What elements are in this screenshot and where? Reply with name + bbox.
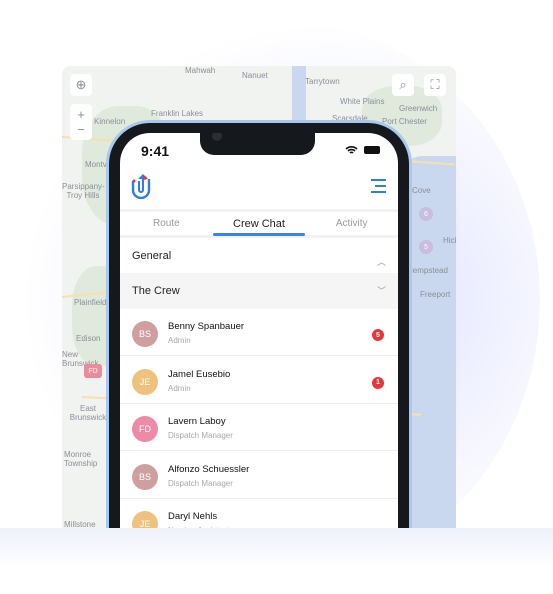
unread-badge: 1 <box>372 376 384 389</box>
map-label: Nanuet <box>242 71 268 80</box>
zoom-in-icon[interactable]: + <box>77 107 85 122</box>
map-label: Freeport <box>420 290 451 299</box>
notch <box>200 133 315 155</box>
section-title: General <box>132 250 172 262</box>
member-name: Jamel Eusebio <box>168 368 231 380</box>
member-name: Lavern Laboy <box>168 416 226 427</box>
map-label: Cove <box>412 186 431 195</box>
map-marker-fd[interactable]: FD <box>84 364 102 378</box>
map-label: Hick <box>443 236 456 245</box>
crew-member-row[interactable]: FD Lavern Laboy Dispatch Manager <box>120 404 398 451</box>
tab-bar: Route Crew Chat Activity <box>120 209 398 238</box>
phone-mockup: 9:41 Route Crew Chat Activity General ︿ … <box>106 120 412 530</box>
tab-route[interactable]: Route <box>120 212 213 235</box>
member-name: Daryl Nehls <box>168 511 218 522</box>
unread-badge: 5 <box>372 329 384 341</box>
map-label: Mahwah <box>185 66 216 75</box>
tab-crew-chat[interactable]: Crew Chat <box>212 212 306 236</box>
fullscreen-icon: ⛶ <box>430 77 440 92</box>
phone-screen: 9:41 Route Crew Chat Activity General ︿ … <box>120 133 398 530</box>
member-name: Alfonzo Schuessler <box>168 463 250 475</box>
map-label: Greenwich <box>399 104 438 113</box>
crew-member-row[interactable]: BS Benny Spanbauer Admin 5 <box>120 309 398 356</box>
member-name: Benny Spanbauer <box>168 321 245 332</box>
map-label: Hempstead <box>407 266 448 275</box>
fullscreen-button[interactable]: ⛶ <box>424 74 446 96</box>
section-the-crew[interactable]: The Crew ﹀ <box>120 273 398 309</box>
member-role: Dispatch Manager <box>168 478 233 488</box>
wifi-icon <box>345 146 358 154</box>
zoom-controls[interactable]: + − <box>70 104 92 140</box>
member-role: Admin <box>168 383 191 393</box>
battery-icon <box>364 146 380 154</box>
app-header <box>120 169 398 209</box>
map-label: Monroe Township <box>64 450 98 468</box>
chevron-down-icon[interactable]: ﹀ <box>377 273 386 309</box>
member-role: Dispatch Manager <box>168 431 233 440</box>
crosshair-icon: ⊕ <box>75 77 87 92</box>
avatar: JE <box>132 368 158 395</box>
map-marker[interactable]: 6 <box>419 207 433 221</box>
search-map-button[interactable]: ⌕ <box>392 74 414 96</box>
app-logo <box>131 174 151 199</box>
avatar: FD <box>132 416 158 442</box>
tab-activity[interactable]: Activity <box>305 212 398 235</box>
map-label: Edison <box>76 334 101 343</box>
map-marker[interactable]: 5 <box>419 240 433 254</box>
menu-button[interactable] <box>371 179 386 197</box>
map-label: Tarrytown <box>305 77 340 86</box>
map-label: East Brunswick <box>69 404 107 422</box>
locate-button[interactable]: ⊕ <box>70 74 92 96</box>
camera-icon <box>212 133 222 141</box>
map-label: Parsippany-Troy Hills <box>62 182 105 200</box>
section-title: The Crew <box>132 285 180 297</box>
avatar: BS <box>132 321 158 347</box>
crew-member-row[interactable]: JE Daryl Nehls Nursing Assistant <box>120 499 398 530</box>
status-time: 9:41 <box>141 143 170 159</box>
avatar: BS <box>132 463 158 490</box>
zoom-out-icon[interactable]: − <box>77 122 85 137</box>
map-label: Kinnelon <box>94 117 126 126</box>
member-role: Admin <box>168 336 191 345</box>
crew-member-row[interactable]: BS Alfonzo Schuessler Dispatch Manager <box>120 452 398 499</box>
bottom-fade <box>0 528 553 594</box>
map-label: Plainfield <box>74 298 107 307</box>
map-label: White Plains <box>340 97 385 106</box>
crew-member-row[interactable]: JE Jamel Eusebio Admin 1 <box>120 357 398 404</box>
section-general[interactable]: General ︿ <box>120 241 398 273</box>
search-icon: ⌕ <box>399 77 407 92</box>
map-label: Franklin Lakes <box>151 109 204 118</box>
